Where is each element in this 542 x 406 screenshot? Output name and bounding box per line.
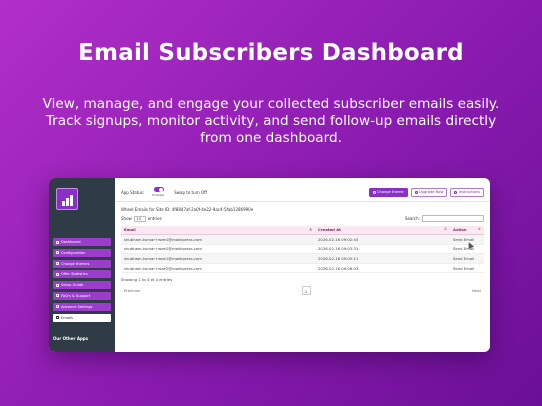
created-cell: 2026-02-16 09:02:43 xyxy=(315,234,450,245)
page-1-button[interactable]: 1 xyxy=(301,285,311,295)
sidebar: Dashboard Configuration Change themes Of… xyxy=(49,178,115,352)
created-cell: 2026-02-16 09:06:03 xyxy=(315,263,450,274)
sort-icon: ⇵ xyxy=(444,227,447,232)
next-button[interactable]: Next xyxy=(472,288,481,293)
created-cell: 2026-02-16 09:05:11 xyxy=(315,253,450,264)
sidebar-item-advance-settings[interactable]: Advance Settings xyxy=(53,302,111,311)
table-row: shubham.kumar+wee2@makkpress.com 2026-02… xyxy=(121,244,484,255)
sidebar-nav: Dashboard Configuration Change themes Of… xyxy=(53,238,111,322)
main-content: App Status: Enabled Swap to turn Off Cha… xyxy=(115,178,490,352)
entries-select[interactable]: 10 xyxy=(133,215,146,222)
sidebar-item-setup-guide[interactable]: Setup Guide xyxy=(53,281,111,290)
sidebar-item-change-themes[interactable]: Change themes xyxy=(53,259,111,268)
toggle-state-label: Enabled xyxy=(152,192,165,197)
table-controls: Show 10 entries Search: xyxy=(121,215,484,223)
page-title: Email Subscribers Dashboard xyxy=(78,40,464,66)
sidebar-item-label: Dashboard xyxy=(61,240,81,244)
upgrade-icon xyxy=(414,190,418,194)
topbar-divider xyxy=(115,201,490,202)
other-apps-link[interactable]: Our Other Apps xyxy=(53,336,88,341)
question-icon xyxy=(56,294,59,298)
column-header-email[interactable]: Email ▲ xyxy=(121,225,315,236)
gear-icon xyxy=(56,251,59,255)
sidebar-item-offer-statistics[interactable]: Offer Statistics xyxy=(53,270,111,279)
sidebar-item-emails[interactable]: Emails xyxy=(53,313,111,322)
entries-label: entries xyxy=(147,216,162,222)
sidebar-item-label: Advance Settings xyxy=(61,304,93,309)
previous-button[interactable]: Previous xyxy=(124,288,140,293)
chart-icon xyxy=(56,272,59,276)
email-cell: shubham.kumar+wee2@makkpress.com xyxy=(121,244,315,255)
dashboard-window: Dashboard Configuration Change themes Of… xyxy=(49,178,490,352)
table-header-row: Email ▲ Created At ⇵ Action ⇵ xyxy=(121,225,484,236)
topbar: App Status: Enabled Swap to turn Off Cha… xyxy=(121,186,484,198)
sidebar-item-dashboard[interactable]: Dashboard xyxy=(53,238,111,246)
created-cell: 2026-02-16 09:03:31 xyxy=(315,244,450,255)
refresh-icon xyxy=(372,190,376,194)
book-icon xyxy=(56,283,59,287)
sidebar-item-label: Emails xyxy=(61,315,73,320)
upgrade-now-button[interactable]: Upgrade Now xyxy=(410,187,448,197)
brush-icon xyxy=(56,262,59,266)
app-status-toggle[interactable]: Enabled xyxy=(152,187,168,197)
instructions-button[interactable]: Instructions xyxy=(450,187,484,197)
sidebar-item-label: Setup Guide xyxy=(61,283,84,288)
email-cell: shubham.kumar+wee1@makkpress.com xyxy=(121,234,315,245)
sort-icon: ▲ xyxy=(309,227,312,232)
column-header-created-at[interactable]: Created At ⇵ xyxy=(315,225,450,236)
sliders-icon xyxy=(56,305,59,309)
table-info: Showing 1 to 4 of 4 entries xyxy=(121,277,173,283)
search-input[interactable] xyxy=(422,215,484,223)
sidebar-item-label: Offer Statistics xyxy=(61,272,88,277)
instructions-label: Instructions xyxy=(458,190,480,194)
subscribers-table: Email ▲ Created At ⇵ Action ⇵ shubham.kumar… xyxy=(121,225,484,274)
pagination: Previous 1 Next xyxy=(121,285,484,295)
upgrade-now-label: Upgrade Now xyxy=(419,190,444,194)
sidebar-item-label: Change themes xyxy=(61,261,90,266)
search-box: Search: xyxy=(404,215,484,223)
swap-hint: Swap to turn Off xyxy=(174,189,207,195)
sidebar-item-configuration[interactable]: Configuration xyxy=(53,248,111,257)
book-icon xyxy=(454,190,458,194)
site-id-line: Wheel Emails for Site ID: 4f8847af-2a0f-… xyxy=(121,206,254,212)
sort-icon: ⇵ xyxy=(478,227,481,232)
send-email-link[interactable]: Send Email xyxy=(450,263,484,274)
send-email-link[interactable]: Send Email xyxy=(450,253,484,264)
app-logo xyxy=(56,188,78,210)
email-cell: shubham.kumar+wee1@makkpress.com xyxy=(121,253,315,264)
sidebar-item-label: FAQ's & Support xyxy=(61,293,91,298)
search-label: Search: xyxy=(404,216,420,222)
app-status-label: App Status: xyxy=(121,189,145,195)
toolbar-buttons: Change theme Upgrade Now Instructions xyxy=(368,187,484,197)
table-row: shubham.kumar+wee1@makkpress.com 2026-02… xyxy=(121,234,484,245)
change-theme-label: Change theme xyxy=(377,190,404,194)
table-row: shubham.kumar+wee2@makkpress.com 2026-02… xyxy=(121,263,484,274)
change-theme-button[interactable]: Change theme xyxy=(368,187,408,197)
dashboard-icon xyxy=(56,240,59,244)
email-cell: shubham.kumar+wee2@makkpress.com xyxy=(121,263,315,274)
column-header-action[interactable]: Action ⇵ xyxy=(450,225,484,236)
toggle-knob xyxy=(159,187,164,192)
sidebar-item-label: Configuration xyxy=(61,250,86,255)
show-label: Show xyxy=(121,216,132,222)
mail-icon xyxy=(56,316,59,320)
table-row: shubham.kumar+wee1@makkpress.com 2026-02… xyxy=(121,253,484,264)
page-subtitle: View, manage, and engage your collected … xyxy=(42,96,500,146)
sidebar-item-faq-support[interactable]: FAQ's & Support xyxy=(53,291,111,300)
